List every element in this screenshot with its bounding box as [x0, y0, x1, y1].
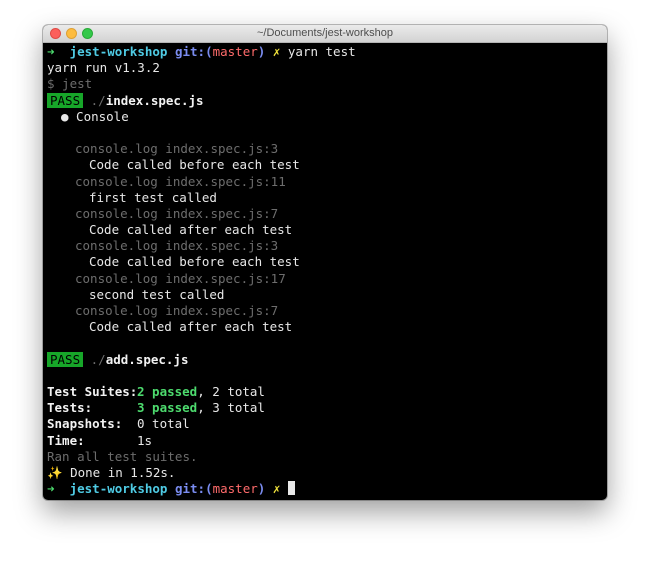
spec2-file: add.spec.js	[105, 351, 189, 367]
suites-passed: 2 passed	[137, 383, 198, 399]
text-cursor[interactable]	[287, 481, 295, 496]
log-source: console.log index.spec.js:7	[75, 303, 279, 318]
title-bar: ~/Documents/jest-workshop	[43, 25, 607, 43]
suites-label: Test Suites:	[47, 383, 138, 399]
tests-label: Tests:	[47, 400, 93, 416]
yarn-version: yarn run v1.3.2	[47, 60, 160, 76]
time-value: 1s	[137, 432, 153, 448]
log-source: console.log index.spec.js:7	[75, 205, 279, 221]
done-text: ✨ Done in 1.52s.	[47, 464, 176, 480]
spec1-file: index.spec.js	[105, 92, 204, 108]
prompt-arrow-icon: ➜	[47, 481, 55, 497]
summary-tests: Tests: 3 passed, 3 total	[47, 400, 603, 416]
terminal-output[interactable]: ➜ jest-workshop git:(master) ✗ yarn test…	[47, 44, 603, 500]
window-title: ~/Documents/jest-workshop	[256, 27, 394, 39]
summary-time: Time: 1s	[47, 433, 603, 449]
git-label-close: )	[257, 44, 266, 59]
log-message: Code called after each test	[89, 319, 293, 335]
time-label: Time:	[47, 432, 85, 448]
log-source: console.log index.spec.js:17	[75, 270, 286, 286]
prompt-line: ➜ jest-workshop git:(master) ✗	[47, 481, 603, 497]
command-text: yarn test	[287, 44, 356, 59]
snapshots-label: Snapshots:	[47, 416, 123, 432]
spec2-result: PASS ./add.spec.js	[47, 351, 603, 368]
terminal-window: ~/Documents/jest-workshop ➜ jest-worksho…	[43, 25, 607, 500]
log-message: first test called	[89, 189, 217, 205]
summary-suites: Test Suites:2 passed, 2 total	[47, 384, 603, 400]
pass-badge: PASS	[47, 351, 84, 367]
log-source: console.log index.spec.js:3	[75, 141, 279, 157]
prompt-line: ➜ jest-workshop git:(master) ✗ yarn test	[47, 44, 603, 60]
suites-total: , 2 total	[197, 383, 265, 399]
log-source: console.log index.spec.js:11	[75, 173, 286, 189]
log-message: second test called	[89, 286, 225, 302]
spec2-dir: ./	[90, 351, 106, 367]
git-label: git:(	[174, 481, 213, 497]
git-label-close: )	[257, 481, 266, 497]
tests-passed: 3 passed	[137, 400, 198, 416]
log-message: Code called before each test	[89, 254, 300, 270]
dirty-icon: ✗	[272, 481, 281, 497]
jest-command: $ jest	[47, 76, 93, 92]
log-source: console.log index.spec.js:3	[75, 238, 279, 254]
git-label: git:(	[174, 44, 213, 59]
tests-total: , 3 total	[197, 400, 265, 416]
spec1-dir: ./	[90, 92, 106, 108]
pass-badge: PASS	[47, 92, 84, 108]
prompt-dir: jest-workshop	[69, 481, 168, 497]
dirty-icon: ✗	[272, 44, 281, 59]
ran-all-text: Ran all test suites.	[47, 448, 198, 464]
snapshots-value: 0 total	[137, 416, 190, 432]
git-branch: master	[212, 481, 258, 497]
git-branch: master	[212, 44, 258, 59]
prompt-arrow-icon: ➜	[47, 44, 55, 59]
summary-snapshots: Snapshots: 0 total	[47, 416, 603, 432]
prompt-dir: jest-workshop	[69, 44, 168, 59]
log-message: Code called before each test	[89, 157, 300, 173]
console-header: ● Console	[61, 108, 129, 124]
spec1-result: PASS ./index.spec.js	[47, 92, 603, 109]
log-message: Code called after each test	[89, 222, 293, 238]
